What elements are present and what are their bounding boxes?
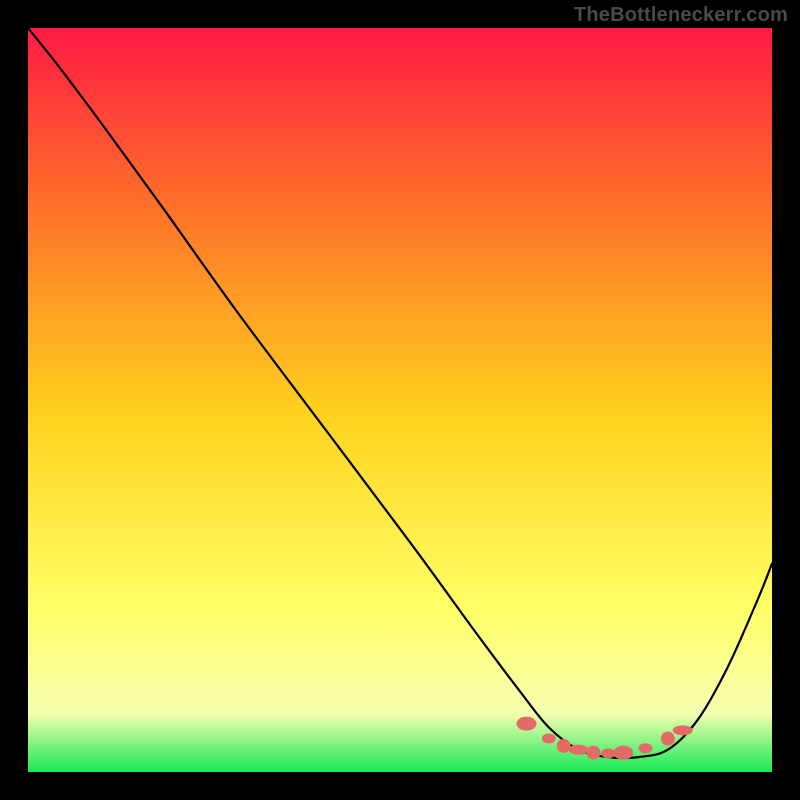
trough-marker xyxy=(639,743,653,753)
trough-marker xyxy=(569,745,589,755)
trough-marker xyxy=(661,732,675,746)
trough-marker xyxy=(673,725,693,735)
chart-svg xyxy=(28,28,772,772)
trough-marker xyxy=(586,746,600,760)
trough-marker xyxy=(542,734,556,744)
watermark-text: TheBottleneckerr.com xyxy=(574,4,788,27)
trough-marker xyxy=(516,717,536,731)
trough-marker xyxy=(557,739,571,753)
chart-frame: TheBottleneckerr.com xyxy=(0,0,800,800)
chart-plot-area xyxy=(28,28,772,772)
trough-marker xyxy=(601,748,615,758)
chart-background xyxy=(28,28,772,772)
trough-marker xyxy=(613,746,633,760)
